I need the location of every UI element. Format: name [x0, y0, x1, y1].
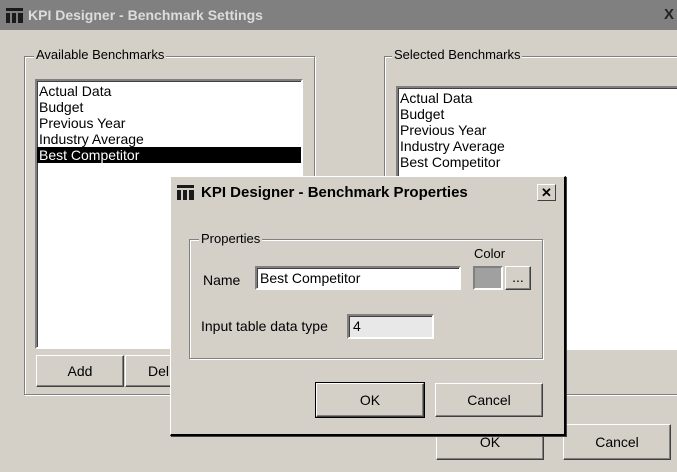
selected-benchmarks-label: Selected Benchmarks: [392, 47, 523, 62]
main-window-title: KPI Designer - Benchmark Settings: [28, 7, 263, 23]
datatype-label: Input table data type: [201, 318, 328, 334]
dialog-title-bar[interactable]: KPI Designer - Benchmark Properties ✕: [171, 177, 563, 207]
kpi-designer-icon: [177, 185, 194, 200]
dialog-cancel-button[interactable]: Cancel: [435, 383, 543, 417]
list-item-selected[interactable]: Best Competitor: [37, 147, 301, 163]
name-field[interactable]: Best Competitor: [255, 266, 461, 290]
color-label: Color: [474, 246, 506, 261]
dialog-title: KPI Designer - Benchmark Properties: [201, 184, 468, 201]
datatype-field[interactable]: 4: [347, 314, 434, 339]
add-button[interactable]: Add: [36, 355, 124, 387]
list-item[interactable]: Budget: [37, 99, 301, 115]
list-item[interactable]: Actual Data: [37, 83, 301, 99]
main-cancel-button[interactable]: Cancel: [563, 424, 671, 460]
main-close-icon[interactable]: X: [664, 6, 674, 23]
dialog-close-icon[interactable]: ✕: [537, 184, 556, 201]
name-label: Name: [203, 272, 241, 288]
properties-label: Properties: [199, 231, 263, 246]
available-benchmarks-label: Available Benchmarks: [34, 47, 167, 62]
list-item[interactable]: Budget: [398, 106, 677, 122]
list-item[interactable]: Actual Data: [398, 90, 677, 106]
color-swatch[interactable]: [473, 266, 503, 290]
main-title-bar[interactable]: KPI Designer - Benchmark Settings X: [0, 0, 677, 30]
list-item[interactable]: Industry Average: [398, 138, 677, 154]
list-item[interactable]: Previous Year: [398, 122, 677, 138]
color-picker-button[interactable]: ...: [505, 266, 531, 290]
list-item[interactable]: Best Competitor: [398, 154, 677, 170]
kpi-designer-icon: [6, 8, 23, 23]
list-item[interactable]: Previous Year: [37, 115, 301, 131]
list-item[interactable]: Industry Average: [37, 131, 301, 147]
benchmark-properties-dialog: KPI Designer - Benchmark Properties ✕ Pr…: [170, 176, 566, 436]
color-swatch-fill: [475, 268, 501, 288]
dialog-ok-button[interactable]: OK: [315, 382, 425, 418]
